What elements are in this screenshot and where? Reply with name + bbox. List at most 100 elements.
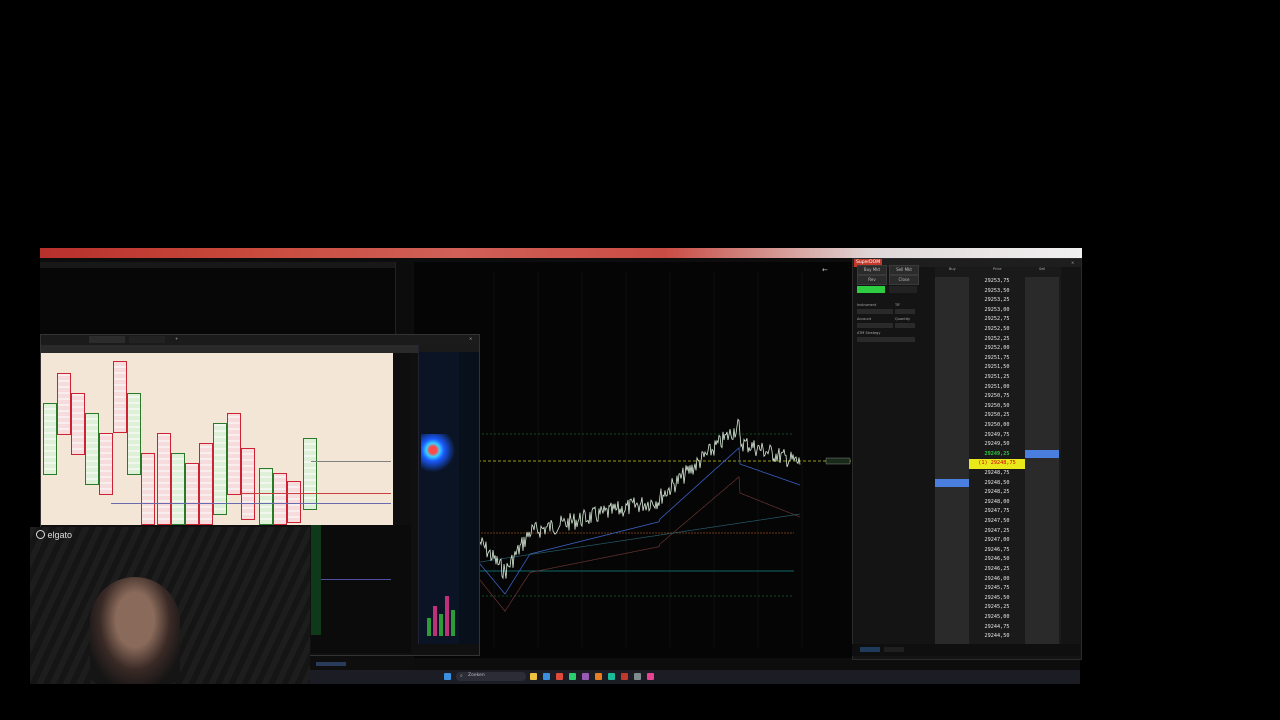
- order-flow-heatmap[interactable]: [418, 344, 479, 644]
- footprint-candle[interactable]: [113, 361, 127, 433]
- app-icon-2[interactable]: [634, 673, 641, 680]
- ladder-price-row[interactable]: 29251,75: [969, 354, 1025, 364]
- ladder-price-row[interactable]: 29250,00: [969, 421, 1025, 431]
- ladder-price-row[interactable]: 29248,75: [969, 469, 1025, 479]
- footprint-candle[interactable]: [127, 393, 141, 475]
- windows-taskbar[interactable]: ⌕ Zoeken: [310, 670, 1080, 684]
- ladder-price-row[interactable]: 29248,50: [969, 479, 1025, 489]
- ladder-price-row[interactable]: 29249,75: [969, 431, 1025, 441]
- superdom-tab-1[interactable]: [860, 647, 880, 652]
- quantity-stepper[interactable]: [895, 323, 915, 328]
- ladder-price-row[interactable]: 29253,50: [969, 287, 1025, 297]
- ladder-price-row[interactable]: 29251,00: [969, 383, 1025, 393]
- settings-icon[interactable]: [608, 673, 615, 680]
- ladder-price-row[interactable]: 29252,75: [969, 315, 1025, 325]
- footprint-candle[interactable]: [287, 481, 301, 523]
- ninjatrader-icon[interactable]: [595, 673, 602, 680]
- ladder-price-row[interactable]: 29248,00: [969, 498, 1025, 508]
- bid-order-marker[interactable]: [935, 478, 969, 487]
- ladder-price-row[interactable]: 29247,00: [969, 536, 1025, 546]
- file-explorer-icon[interactable]: [530, 673, 537, 680]
- ladder-price-row[interactable]: 29250,50: [969, 402, 1025, 412]
- footprint-candle[interactable]: [99, 433, 113, 495]
- ladder-price-row[interactable]: 29252,00: [969, 344, 1025, 354]
- ladder-price-row[interactable]: 29251,50: [969, 363, 1025, 373]
- footprint-candle[interactable]: [227, 413, 241, 495]
- atm-strategy-selector[interactable]: [857, 337, 915, 342]
- ladder-price-row[interactable]: 29248,25: [969, 488, 1025, 498]
- app-icon-3[interactable]: [647, 673, 654, 680]
- ladder-price-row[interactable]: 29250,25: [969, 411, 1025, 421]
- ladder-price-row[interactable]: 29245,00: [969, 613, 1025, 623]
- footprint-candle[interactable]: [199, 443, 213, 525]
- footprint-candle[interactable]: [241, 448, 255, 520]
- price-ladder[interactable]: Buy Price Sell 29253,75 29253,50 29253,25 2…: [935, 267, 1061, 647]
- buy-mkt-button[interactable]: Buy Mkt: [857, 265, 887, 275]
- search-box[interactable]: ⌕ Zoeken: [456, 672, 526, 681]
- footprint-toolbar[interactable]: [41, 345, 479, 353]
- ask-order-marker[interactable]: [1025, 449, 1059, 458]
- ladder-price-row[interactable]: 29247,75: [969, 507, 1025, 517]
- ladder-price-row[interactable]: 29245,75: [969, 584, 1025, 594]
- start-icon[interactable]: [444, 673, 451, 680]
- close-icon[interactable]: ×: [1071, 260, 1074, 265]
- system-tray[interactable]: [1000, 673, 1070, 681]
- footprint-candle[interactable]: [171, 453, 185, 525]
- position-row[interactable]: (1) 29248,75: [969, 459, 1025, 469]
- ladder-price-row[interactable]: 29246,75: [969, 546, 1025, 556]
- add-tab-icon[interactable]: +: [175, 336, 178, 341]
- ladder-price-row[interactable]: 29244,50: [969, 632, 1025, 642]
- ladder-price-row[interactable]: 29245,50: [969, 594, 1025, 604]
- ladder-price-row[interactable]: 29246,00: [969, 575, 1025, 585]
- ladder-price-row[interactable]: 29253,00: [969, 306, 1025, 316]
- sell-column[interactable]: [1025, 277, 1059, 647]
- sell-mkt-button[interactable]: Sell Mkt: [889, 265, 919, 275]
- heatmap-toolbar[interactable]: [419, 344, 479, 352]
- ladder-price-row[interactable]: 29249,50: [969, 440, 1025, 450]
- footprint-candle[interactable]: [85, 413, 99, 485]
- ladder-price-row[interactable]: 29253,75: [969, 277, 1025, 287]
- footprint-candle[interactable]: [71, 393, 85, 455]
- ladder-price-row[interactable]: 29251,25: [969, 373, 1025, 383]
- footprint-candle[interactable]: [43, 403, 57, 475]
- ladder-price-row[interactable]: 29246,50: [969, 555, 1025, 565]
- ladder-price-row[interactable]: 29253,25: [969, 296, 1025, 306]
- tab-secondary[interactable]: [129, 336, 165, 343]
- footprint-candle[interactable]: [303, 438, 317, 510]
- ladder-price-row[interactable]: 29246,25: [969, 565, 1025, 575]
- ladder-price-row[interactable]: 29252,50: [969, 325, 1025, 335]
- footprint-tab-bar[interactable]: + ×: [41, 335, 479, 345]
- app-icon[interactable]: [621, 673, 628, 680]
- close-position-button[interactable]: Close: [889, 275, 919, 285]
- tab-nq[interactable]: [89, 336, 125, 343]
- upper-left-toolbar[interactable]: [40, 262, 410, 268]
- ladder-price-row[interactable]: 29244,75: [969, 623, 1025, 633]
- chrome-icon[interactable]: [556, 673, 563, 680]
- footprint-candle[interactable]: [141, 453, 155, 525]
- account-selector[interactable]: [857, 323, 893, 328]
- status-tab[interactable]: [316, 662, 346, 666]
- edge-icon[interactable]: [543, 673, 550, 680]
- reverse-button[interactable]: Rev: [857, 275, 887, 285]
- footprint-candle[interactable]: [57, 373, 71, 435]
- mail-icon[interactable]: [582, 673, 589, 680]
- footprint-candle[interactable]: [273, 473, 287, 525]
- footprint-candle[interactable]: [157, 433, 171, 525]
- footprint-candles[interactable]: [41, 353, 411, 525]
- ladder-price-row[interactable]: 29247,25: [969, 527, 1025, 537]
- buy-column[interactable]: [935, 277, 969, 647]
- ladder-price-row[interactable]: 29250,75: [969, 392, 1025, 402]
- footprint-candle[interactable]: [185, 463, 199, 525]
- ladder-price-row[interactable]: 29252,25: [969, 335, 1025, 345]
- superdom-window[interactable]: SuperDOM × Buy Mkt Sell Mkt Rev Close In…: [852, 258, 1082, 660]
- ladder-price-row[interactable]: 29245,25: [969, 603, 1025, 613]
- superdom-tab-2[interactable]: [884, 647, 904, 652]
- instrument-selector[interactable]: [857, 309, 893, 314]
- ladder-price-row[interactable]: 29249,25: [969, 450, 1025, 460]
- close-icon[interactable]: ×: [469, 336, 472, 341]
- footprint-candle[interactable]: [259, 468, 273, 525]
- store-icon[interactable]: [569, 673, 576, 680]
- footprint-candle[interactable]: [213, 423, 227, 515]
- ladder-price-row[interactable]: 29247,50: [969, 517, 1025, 527]
- tif-selector[interactable]: [895, 309, 915, 314]
